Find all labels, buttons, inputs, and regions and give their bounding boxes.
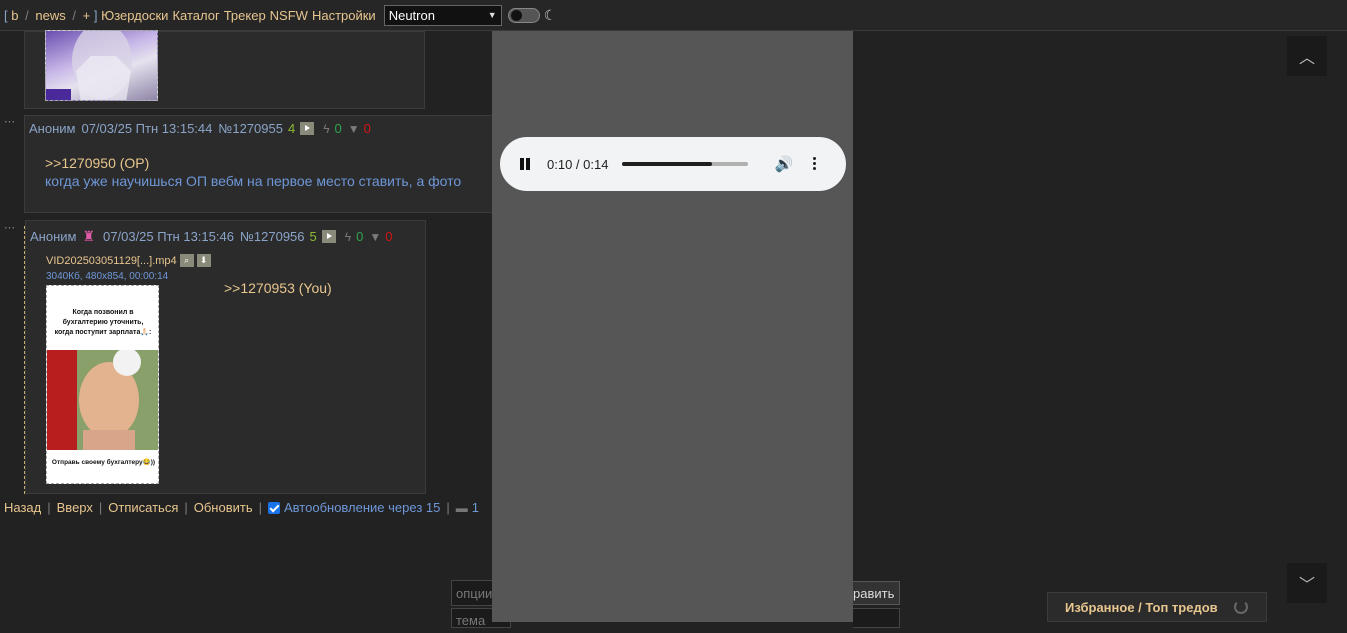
file-row: VID202503051129[...].mp4 ⌕ ⬇ <box>46 254 211 267</box>
bracket-close: ] <box>93 7 98 23</box>
refresh-icon[interactable] <box>1233 600 1248 614</box>
video-thumbnail[interactable]: Когда позвонил в бухгалтерию уточнить, к… <box>46 285 159 484</box>
scroll-up-button[interactable]: ︿ <box>1287 36 1327 76</box>
post-body: >>1270950 (OP) когда уже научишься ОП ве… <box>45 155 461 189</box>
separator: / <box>25 7 29 23</box>
nav-link-catalog[interactable]: Каталог <box>172 8 219 23</box>
board-link-b[interactable]: b <box>11 8 18 23</box>
download-icon[interactable]: ⬇ <box>196 254 211 267</box>
board-link-news[interactable]: news <box>35 8 65 23</box>
form-field[interactable] <box>853 608 900 628</box>
post-1270955: Аноним 07/03/25 Птн 13:15:44 №1270955 4 … <box>24 115 494 213</box>
thread-bottom-links: Назад | Вверх | Отписаться | Обновить | … <box>4 500 479 515</box>
thumbs-down-icon[interactable]: ▼ <box>348 122 360 136</box>
favorites-panel[interactable]: Избранное / Топ тредов <box>1047 592 1267 622</box>
like-count: 0 <box>356 229 364 244</box>
thumbs-down-icon[interactable]: ▼ <box>369 230 381 244</box>
reply-link[interactable]: >>1270950 (OP) <box>45 155 461 171</box>
post-reply-count: 4 <box>287 121 296 136</box>
back-link[interactable]: Назад <box>4 500 41 515</box>
image-caption-top: Когда позвонил в бухгалтерию уточнить, к… <box>54 309 152 336</box>
nav-link-userboards[interactable]: Юзердоски <box>101 8 168 23</box>
submit-button[interactable]: равить <box>853 581 900 605</box>
toggle-knob <box>510 9 522 21</box>
play-icon[interactable] <box>321 230 336 243</box>
play-icon[interactable] <box>300 122 315 135</box>
separator: | <box>98 500 103 515</box>
image-caption-bottom: Отправь своему бухгалтеру😂)) <box>51 459 156 466</box>
nav-link-nsfw[interactable]: NSFW <box>270 8 308 23</box>
post-reply-count: 5 <box>309 229 317 244</box>
file-name[interactable]: VID202503051129[...].mp4 <box>46 255 177 267</box>
bolt-icon[interactable]: ϟ <box>345 230 351 244</box>
pause-icon[interactable] <box>519 158 531 170</box>
progress-fill <box>622 162 712 166</box>
separator: | <box>446 500 450 515</box>
thumbnail-art <box>46 31 132 100</box>
separator: | <box>47 500 51 515</box>
volume-icon[interactable]: 🔊 <box>774 155 793 173</box>
reply-link[interactable]: >>1270953 (You) <box>224 280 332 296</box>
media-player-controls: 0:10 / 0:14 🔊 <box>500 137 846 191</box>
post-date: 07/03/25 Птн 13:15:44 <box>81 121 213 136</box>
media-viewer-overlay[interactable] <box>492 31 853 622</box>
chevron-down-icon: ﹀ <box>1298 577 1315 594</box>
board-nav: [ b / news / + ] Юзердоски Каталог Трекер N… <box>4 8 380 23</box>
post-header: Аноним ♜ 07/03/25 Птн 13:15:46 №1270956 … <box>30 228 392 245</box>
autoupdate-label: Автообновление через 15 <box>284 500 441 515</box>
more-options-icon[interactable] <box>813 157 817 171</box>
progress-bar[interactable] <box>622 162 749 166</box>
chevron-down-icon: ▼ <box>487 10 497 20</box>
post-number[interactable]: №1270956 <box>240 229 305 244</box>
bracket-open: [ <box>4 7 8 23</box>
dislike-count: 0 <box>363 121 371 136</box>
unsubscribe-link[interactable]: Отписаться <box>108 500 178 515</box>
post-header: Аноним 07/03/25 Птн 13:15:44 №1270955 4 … <box>29 121 371 136</box>
file-info: 3040Кб, 480x854, 00:00:14 <box>46 271 169 282</box>
search-icon[interactable]: ⌕ <box>179 254 194 267</box>
submit-button-label: равить <box>853 585 895 601</box>
user-icon: ♜ <box>82 228 96 244</box>
nav-link-tracker[interactable]: Трекер <box>224 8 266 23</box>
up-link[interactable]: Вверх <box>57 500 93 515</box>
chevron-up-icon: ︿ <box>1298 50 1315 67</box>
board-link-plus[interactable]: + <box>83 8 91 23</box>
dislike-count: 0 <box>385 229 393 244</box>
nav-link-settings[interactable]: Настройки <box>312 8 376 23</box>
post-author: Аноним <box>30 229 77 244</box>
post-number[interactable]: №1270955 <box>218 121 283 136</box>
comment-icon: ▬ <box>455 500 468 515</box>
post-date: 07/03/25 Птн 13:15:46 <box>103 229 234 244</box>
post-author: Аноним <box>29 121 76 136</box>
favorites-label: Избранное / Топ тредов <box>1065 599 1218 615</box>
post-1270956: Аноним ♜ 07/03/25 Птн 13:15:46 №1270956 … <box>25 220 426 494</box>
separator: | <box>258 500 263 515</box>
top-nav-bar: [ b / news / + ] Юзердоски Каталог Трекер N… <box>0 0 1347 31</box>
media-time: 0:10 / 0:14 <box>547 156 609 172</box>
like-count: 0 <box>334 121 342 136</box>
post-previous <box>24 30 425 109</box>
post-menu-icon[interactable]: ⋯ <box>4 115 16 128</box>
style-select-value: Neutron <box>388 7 435 23</box>
style-select[interactable]: Neutron ▼ <box>383 4 502 26</box>
scroll-down-button[interactable]: ﹀ <box>1287 563 1327 603</box>
separator: / <box>72 7 76 23</box>
post-text: когда уже научишься ОП вебм на первое ме… <box>45 173 462 189</box>
theme-toggle[interactable] <box>507 7 540 23</box>
video-frame-art <box>47 350 158 450</box>
post-thumbnail[interactable] <box>45 30 158 101</box>
post-menu-icon[interactable]: ⋯ <box>4 221 16 234</box>
posters-count: 1 <box>471 500 479 515</box>
autoupdate-checkbox[interactable] <box>268 501 281 514</box>
separator: | <box>184 500 188 515</box>
refresh-link[interactable]: Обновить <box>194 500 253 515</box>
bolt-icon[interactable]: ϟ <box>323 122 329 136</box>
moon-icon: ☾ <box>543 6 557 23</box>
